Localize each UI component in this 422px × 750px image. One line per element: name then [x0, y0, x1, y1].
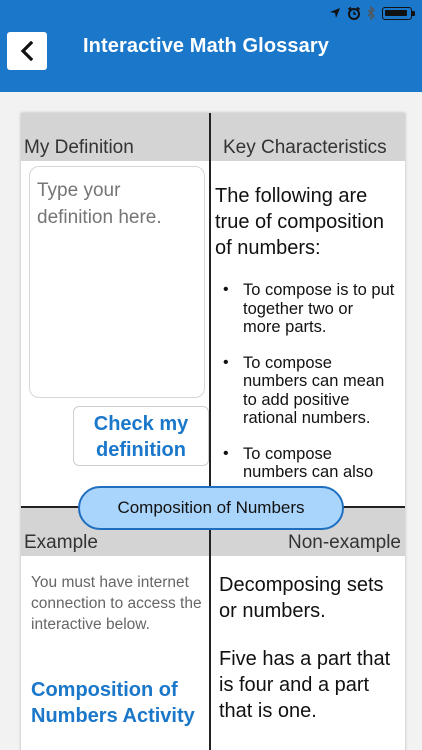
vertical-divider-bottom — [209, 508, 211, 750]
my-definition-label: My Definition — [24, 137, 134, 158]
bullet-icon: • — [223, 281, 229, 298]
key-characteristics-intro: The following are true of composition of… — [215, 185, 384, 259]
back-button[interactable] — [7, 32, 47, 70]
list-item: • To compose numbers can mean to add posi… — [223, 353, 385, 428]
battery-icon — [382, 6, 415, 20]
activity-link[interactable]: Composition of Numbers Activity — [31, 677, 211, 729]
page-title: Interactive Math Glossary — [83, 35, 329, 57]
alarm-icon — [347, 6, 361, 20]
non-example-label: Non-example — [288, 532, 401, 553]
my-definition-header: My Definition — [21, 113, 209, 161]
bullet-icon: • — [223, 353, 229, 371]
non-example-text-1: Decomposing sets or numbers. — [219, 574, 384, 622]
internet-notice: You must have internet connection to acc… — [31, 574, 202, 633]
bluetooth-icon — [367, 6, 375, 20]
list-item: • To compose is to put together two or mo… — [223, 281, 395, 336]
bullet-icon: • — [223, 444, 229, 462]
frayer-card: My Definition Check my definition Key Ch… — [21, 113, 405, 750]
key-characteristics-label: Key Characteristics — [223, 137, 387, 158]
status-icons — [329, 6, 415, 20]
status-bar — [0, 0, 422, 28]
definition-input[interactable] — [29, 166, 205, 398]
example-quadrant: Example You must have internet connectio… — [21, 508, 209, 750]
check-definition-button[interactable]: Check my definition — [73, 406, 209, 466]
example-label: Example — [24, 532, 98, 553]
key-characteristics-header: Key Characteristics — [211, 113, 405, 161]
nav-bar: Interactive Math Glossary — [0, 28, 422, 92]
key-characteristics-list: • To compose is to put together two or mo… — [211, 281, 403, 506]
my-definition-quadrant: My Definition Check my definition — [21, 113, 209, 506]
non-example-quadrant: Non-example Decomposing sets or numbers.… — [211, 508, 405, 750]
non-example-text-2: Five has a part that is four and a part … — [219, 648, 391, 722]
location-arrow-icon — [330, 8, 340, 18]
vertical-divider-top — [209, 113, 211, 506]
chevron-left-icon — [20, 41, 34, 61]
term-pill[interactable]: Composition of Numbers — [78, 486, 344, 530]
list-item: • To compose numbers can also — [223, 444, 374, 482]
key-characteristics-quadrant[interactable]: Key Characteristics The following are tr… — [211, 113, 405, 506]
